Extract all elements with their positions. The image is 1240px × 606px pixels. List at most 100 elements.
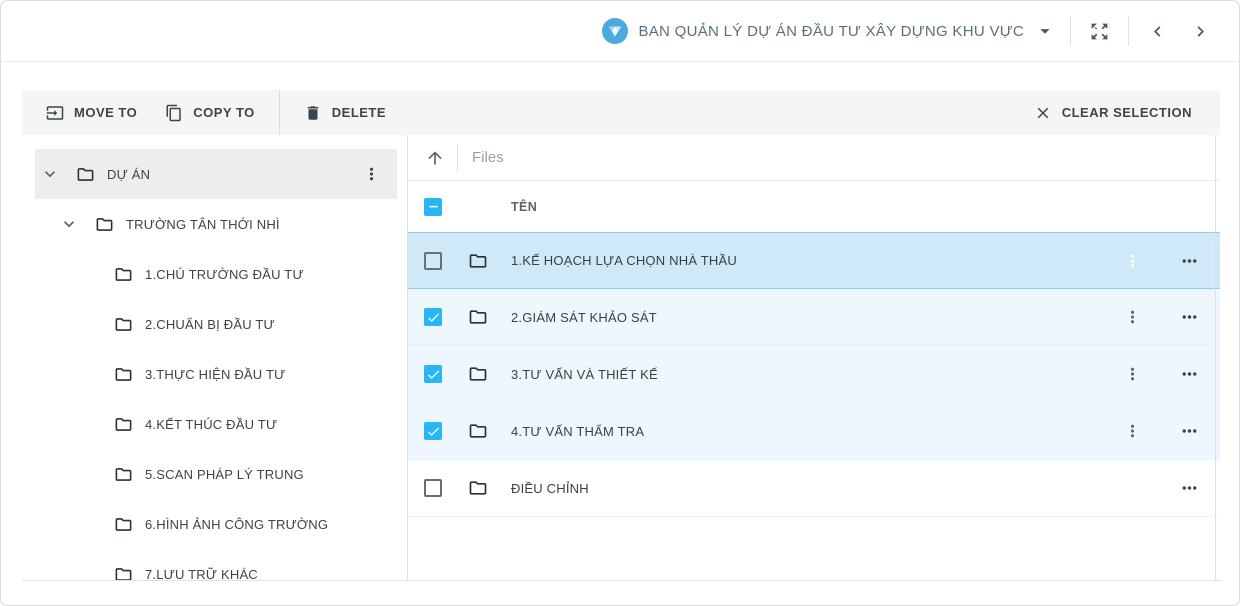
chevron-down-icon	[40, 164, 60, 184]
tree-item-label: 4.KẾT THÚC ĐẦU TƯ	[145, 417, 277, 432]
tree-item[interactable]: 3.THỰC HIỆN ĐẦU TƯ	[22, 349, 407, 399]
row-menu-button[interactable]	[1121, 249, 1144, 272]
folder-icon	[114, 265, 133, 284]
row-more-button[interactable]	[1177, 305, 1202, 330]
folder-icon	[114, 415, 133, 434]
move-to-label: MOVE TO	[74, 105, 137, 120]
row-more-button[interactable]	[1177, 362, 1202, 387]
toolbar-divider	[279, 90, 280, 135]
path-divider	[457, 144, 458, 172]
header: BAN QUẢN LÝ DỰ ÁN ĐẦU TƯ XÂY DỰNG KHU VỰ…	[1, 1, 1239, 62]
file-row[interactable]: ĐIỀU CHỈNH	[408, 460, 1220, 517]
app-window: BAN QUẢN LÝ DỰ ÁN ĐẦU TƯ XÂY DỰNG KHU VỰ…	[0, 0, 1240, 606]
row-checkbox[interactable]	[424, 252, 442, 270]
main-area: DỰ ÁN TRƯỜNG TÂN THỚI NHÌ 1.CHÚ TRƯỜNG ĐẦU…	[22, 135, 1220, 580]
tree-item[interactable]: 7.LƯU TRỮ KHÁC	[22, 549, 407, 580]
row-menu-button[interactable]	[1121, 363, 1144, 386]
more-horiz-icon	[1179, 364, 1200, 385]
row-more-button[interactable]	[1177, 419, 1202, 444]
path-label: Files	[472, 149, 504, 166]
tree-item[interactable]: TRƯỜNG TÂN THỚI NHÌ	[22, 199, 407, 249]
org-selector[interactable]: BAN QUẢN LÝ DỰ ÁN ĐẦU TƯ XÂY DỰNG KHU VỰ…	[602, 18, 1056, 44]
folder-icon	[95, 215, 114, 234]
more-vert-icon	[362, 165, 381, 184]
tree-item[interactable]: 6.HÌNH ẢNH CÔNG TRƯỜNG	[22, 499, 407, 549]
folder-icon	[114, 365, 133, 384]
check-icon	[426, 424, 441, 439]
chevron-down-icon	[59, 214, 79, 234]
chevron-right-icon	[1190, 21, 1211, 42]
org-name: BAN QUẢN LÝ DỰ ÁN ĐẦU TƯ XÂY DỰNG KHU VỰ…	[638, 23, 1024, 40]
folder-tree: DỰ ÁN TRƯỜNG TÂN THỚI NHÌ 1.CHÚ TRƯỜNG ĐẦU…	[22, 135, 408, 580]
fullscreen-icon	[1089, 21, 1110, 42]
copy-to-button[interactable]: COPY TO	[151, 90, 269, 135]
tree-item[interactable]: 2.CHUẨN BỊ ĐẦU TƯ	[22, 299, 407, 349]
folder-icon	[468, 421, 488, 441]
select-all-checkbox[interactable]	[424, 198, 442, 216]
up-folder-button[interactable]	[421, 144, 449, 172]
file-row[interactable]: 3.TƯ VẤN VÀ THIẾT KẾ	[408, 346, 1220, 403]
tree-item-label: 2.CHUẨN BỊ ĐẦU TƯ	[145, 317, 275, 332]
fullscreen-button[interactable]	[1085, 17, 1114, 46]
folder-icon	[114, 465, 133, 484]
delete-button[interactable]: DELETE	[290, 90, 400, 135]
row-menu-button[interactable]	[1121, 420, 1144, 443]
trash-icon	[304, 104, 322, 122]
more-vert-icon	[1123, 422, 1142, 441]
file-name: 2.GIÁM SÁT KHẢO SÁT	[511, 310, 657, 325]
tree-item-label: 6.HÌNH ẢNH CÔNG TRƯỜNG	[145, 517, 328, 532]
header-divider	[1128, 16, 1129, 46]
tree-item-label: TRƯỜNG TÂN THỚI NHÌ	[126, 217, 280, 232]
more-vert-icon	[1123, 308, 1142, 327]
header-divider	[1070, 16, 1071, 46]
tree-item-label: 3.THỰC HIỆN ĐẦU TƯ	[145, 367, 285, 382]
row-checkbox[interactable]	[424, 365, 442, 383]
file-row[interactable]: 2.GIÁM SÁT KHẢO SÁT	[408, 289, 1220, 346]
row-checkbox[interactable]	[424, 422, 442, 440]
tree-item[interactable]: 1.CHÚ TRƯỜNG ĐẦU TƯ	[22, 249, 407, 299]
folder-icon	[76, 165, 95, 184]
file-row[interactable]: 4.TƯ VẤN THẨM TRA	[408, 403, 1220, 460]
file-name: ĐIỀU CHỈNH	[511, 481, 589, 496]
folder-icon	[468, 364, 488, 384]
row-more-button[interactable]	[1177, 476, 1202, 501]
row-menu-button[interactable]	[1121, 306, 1144, 329]
row-checkbox[interactable]	[424, 308, 442, 326]
prev-button[interactable]	[1143, 17, 1172, 46]
move-to-button[interactable]: MOVE TO	[32, 90, 151, 135]
more-vert-icon	[1123, 251, 1142, 270]
delete-label: DELETE	[332, 105, 386, 120]
file-row[interactable]: 1.KẾ HOẠCH LỰA CHỌN NHÀ THẦU	[408, 232, 1220, 289]
tree-item[interactable]: DỰ ÁN	[35, 149, 397, 199]
toolbar: MOVE TO COPY TO DELETE CLEAR SELECTION	[22, 90, 1220, 135]
chevron-left-icon	[1147, 21, 1168, 42]
folder-icon	[114, 565, 133, 581]
tree-item[interactable]: 5.SCAN PHÁP LÝ TRUNG	[22, 449, 407, 499]
dropdown-caret-icon	[1034, 20, 1056, 42]
file-name: 3.TƯ VẤN VÀ THIẾT KẾ	[511, 367, 658, 382]
content-card: MOVE TO COPY TO DELETE CLEAR SELECTION	[22, 90, 1220, 581]
folder-icon	[468, 251, 488, 271]
tree-item-label: 1.CHÚ TRƯỜNG ĐẦU TƯ	[145, 267, 304, 282]
folder-icon	[114, 515, 133, 534]
clear-selection-button[interactable]: CLEAR SELECTION	[1020, 90, 1206, 135]
copy-to-label: COPY TO	[193, 105, 255, 120]
row-checkbox[interactable]	[424, 479, 442, 497]
more-vert-icon	[1123, 365, 1142, 384]
more-horiz-icon	[1179, 421, 1200, 442]
copy-icon	[165, 104, 183, 122]
column-header-name[interactable]: TÊN	[511, 200, 537, 214]
file-rows: 1.KẾ HOẠCH LỰA CHỌN NHÀ THẦU 2.GIÁM SÁT K…	[408, 232, 1220, 517]
scrollbar-track[interactable]	[1215, 135, 1216, 580]
more-horiz-icon	[1179, 307, 1200, 328]
tree-item-menu-button[interactable]	[360, 163, 383, 186]
move-to-icon	[46, 104, 64, 122]
tree-item[interactable]: 4.KẾT THÚC ĐẦU TƯ	[22, 399, 407, 449]
folder-icon	[468, 307, 488, 327]
next-button[interactable]	[1186, 17, 1215, 46]
file-name: 1.KẾ HOẠCH LỰA CHỌN NHÀ THẦU	[511, 253, 737, 268]
path-bar: Files	[408, 135, 1220, 181]
org-logo-icon	[602, 18, 628, 44]
indeterminate-icon	[426, 199, 441, 214]
row-more-button[interactable]	[1177, 248, 1202, 273]
